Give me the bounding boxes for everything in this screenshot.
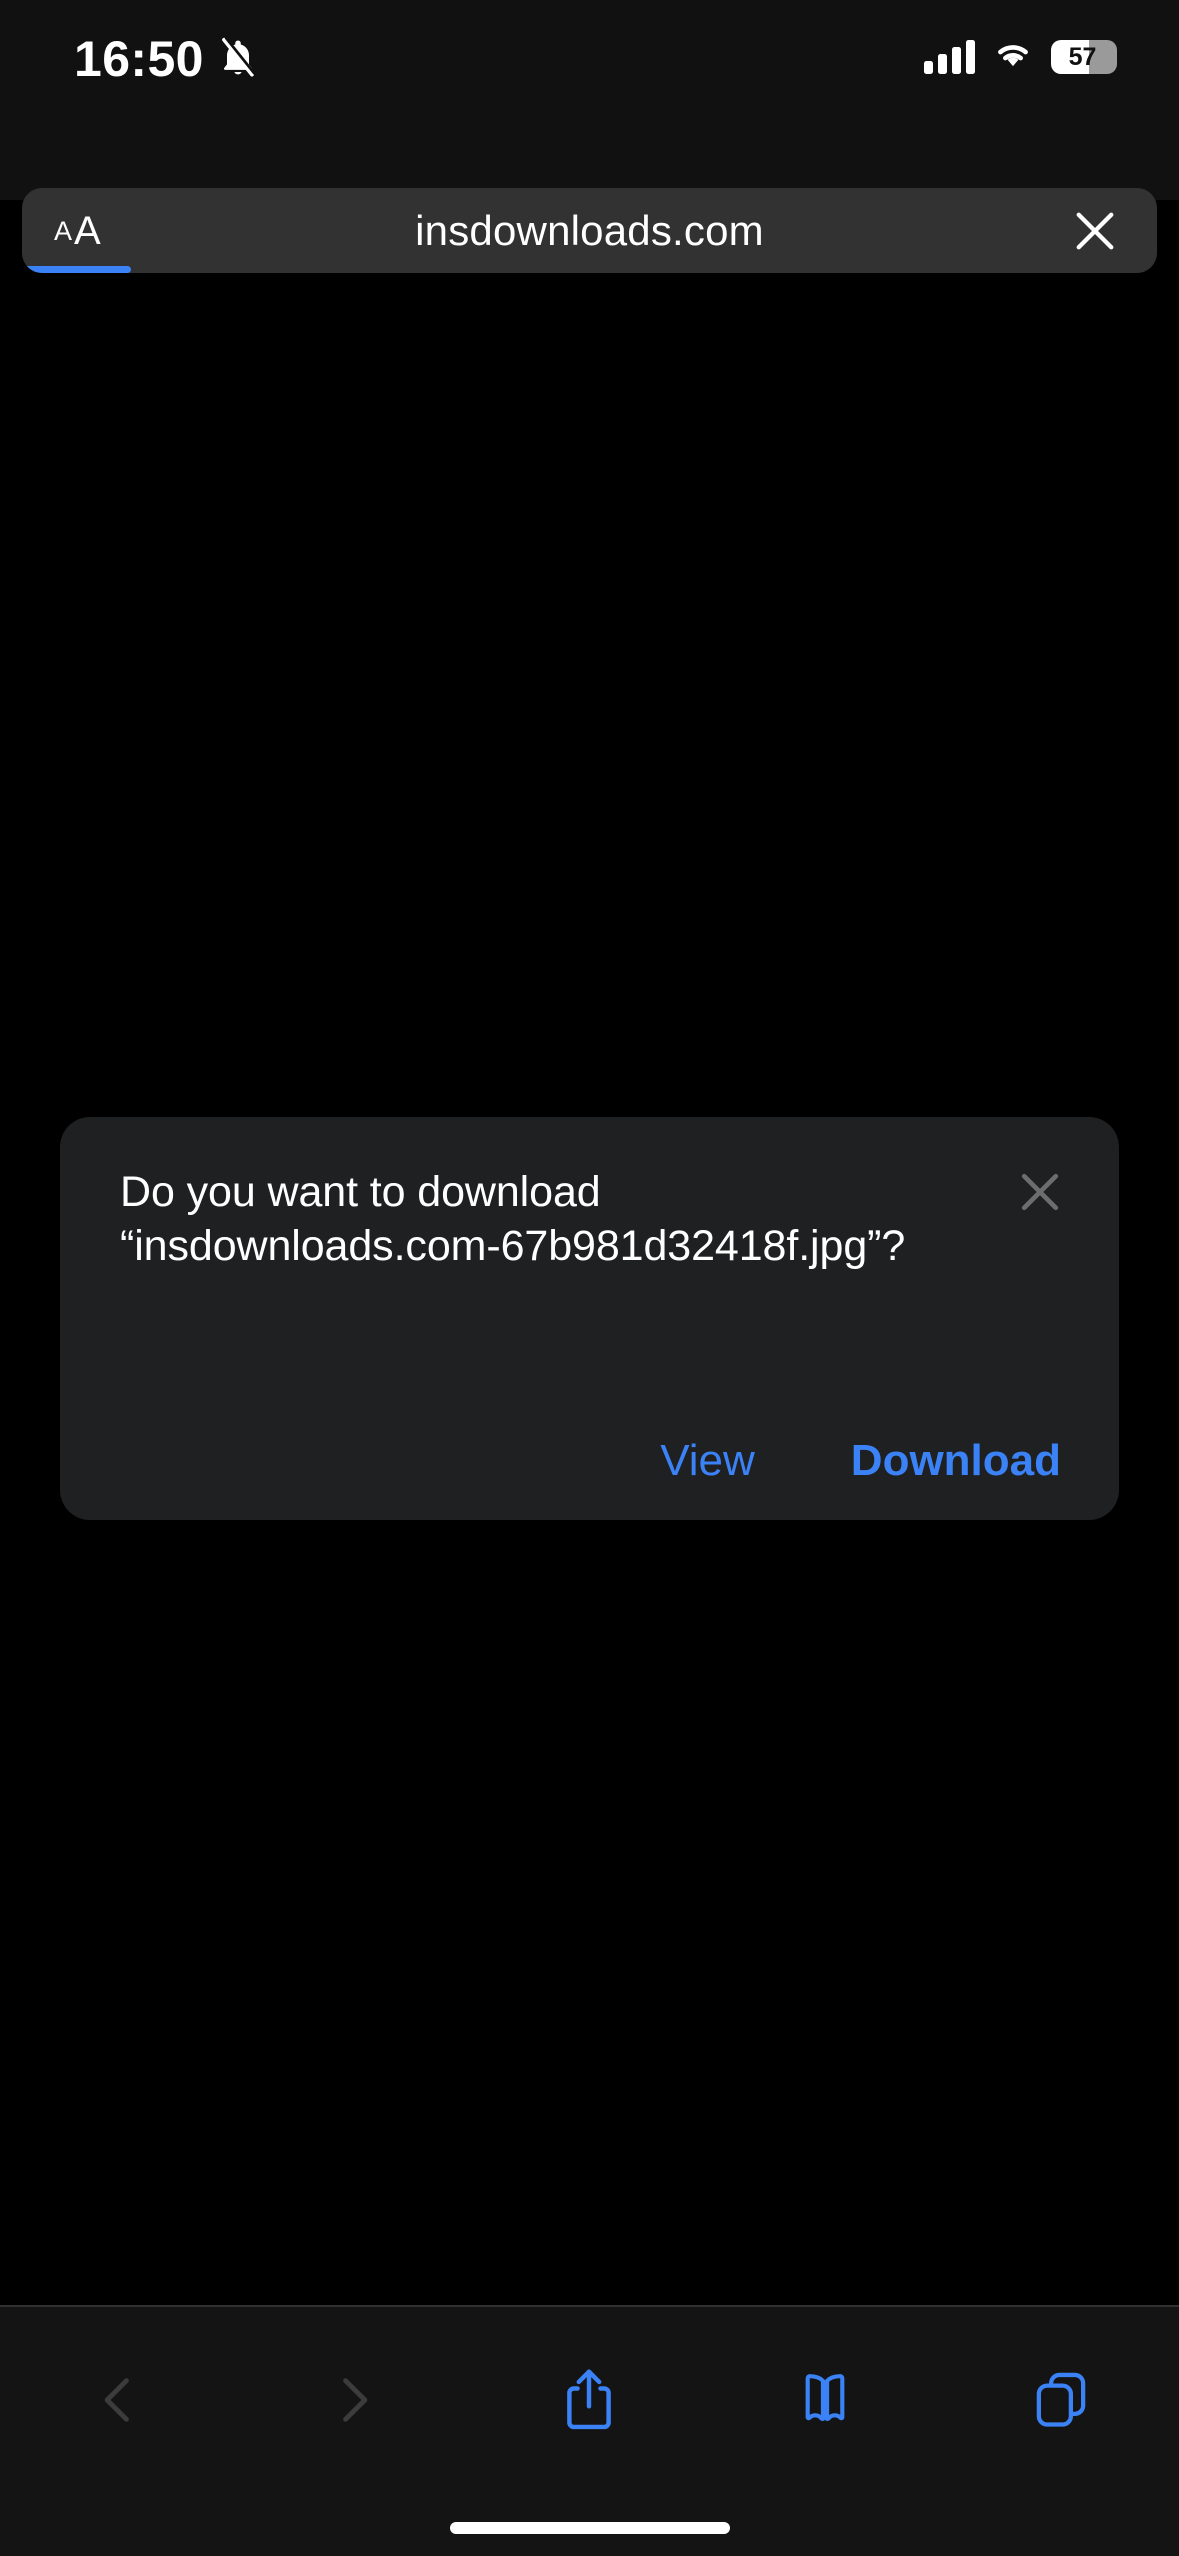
share-button[interactable] <box>472 2307 708 2492</box>
share-icon <box>567 2369 612 2429</box>
dialog-close-button[interactable] <box>1009 1161 1071 1223</box>
dialog-action-row: View Download <box>660 1434 1061 1488</box>
chevron-left-icon <box>104 2377 129 2422</box>
battery-indicator: 57 <box>1051 39 1117 74</box>
url-label[interactable]: insdownloads.com <box>22 188 1157 273</box>
dialog-message-text: Do you want to download “insdownloads.co… <box>120 1168 906 1270</box>
battery-percent-label: 57 <box>1068 42 1097 71</box>
wifi-icon <box>992 38 1034 75</box>
cellular-bars-icon <box>924 39 975 74</box>
bookmarks-button[interactable] <box>707 2307 943 2492</box>
page-load-progress <box>22 266 1157 273</box>
bell-slash-icon <box>216 35 260 84</box>
status-bar: 16:50 57 <box>0 0 1179 150</box>
book-icon <box>805 2373 845 2421</box>
stop-loading-button[interactable] <box>1067 188 1123 273</box>
forward-button[interactable] <box>236 2307 472 2492</box>
download-confirmation-dialog: Do you want to download “insdownloads.co… <box>60 1117 1119 1520</box>
close-icon <box>1021 1173 1059 1211</box>
browser-toolbar <box>0 2305 1179 2556</box>
back-button[interactable] <box>0 2307 236 2492</box>
tabs-icon <box>1036 2372 1086 2427</box>
close-icon <box>1076 212 1114 249</box>
status-bar-clock: 16:50 <box>74 31 204 87</box>
status-bar-left: 16:50 <box>74 30 260 88</box>
address-bar[interactable]: A A insdownloads.com <box>22 188 1157 273</box>
safari-browser-screen: 16:50 57 A A insdownloads.com Do you wan… <box>0 0 1179 2556</box>
download-button[interactable]: Download <box>851 1434 1061 1488</box>
chevron-right-icon <box>342 2377 367 2422</box>
home-indicator <box>449 2522 730 2534</box>
status-bar-right: 57 <box>924 38 1117 75</box>
view-button[interactable]: View <box>660 1434 755 1488</box>
tabs-button[interactable] <box>943 2307 1179 2492</box>
